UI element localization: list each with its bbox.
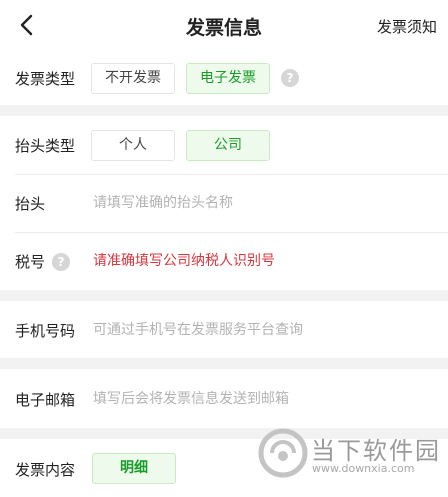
tax-id-label: 税号 xyxy=(15,253,46,271)
watermark-url: www.downxia.com xyxy=(312,462,415,475)
no-invoice-option[interactable]: 不开发票 xyxy=(91,63,175,94)
company-option[interactable]: 公司 xyxy=(186,130,270,161)
top-bar: 发票信息 发票须知 xyxy=(0,0,448,50)
question-icon[interactable]: ? xyxy=(281,69,299,87)
invoice-title-section: 抬头类型 个人 公司 抬头 税号 ? xyxy=(0,116,448,290)
title-type-label: 抬头类型 xyxy=(15,137,76,155)
tax-id-input[interactable] xyxy=(93,250,423,272)
title-type-row: 抬头类型 个人 公司 xyxy=(0,116,448,174)
personal-option[interactable]: 个人 xyxy=(91,130,175,161)
email-input[interactable] xyxy=(93,388,433,410)
invoice-type-label: 发票类型 xyxy=(15,70,76,88)
tax-id-row: 税号 ? xyxy=(0,233,448,290)
title-label: 抬头 xyxy=(15,195,46,213)
watermark-logo-icon xyxy=(258,428,308,478)
invoice-notice-link[interactable]: 发票须知 xyxy=(377,16,437,37)
phone-section: 手机号码 xyxy=(0,301,448,358)
phone-label: 手机号码 xyxy=(15,322,76,340)
invoice-content-label: 发票内容 xyxy=(15,461,76,479)
electronic-invoice-option[interactable]: 电子发票 xyxy=(186,63,270,94)
title-row: 抬头 xyxy=(0,175,448,232)
detail-option[interactable]: 明细 xyxy=(92,453,176,484)
watermark-text: 当下软件园 xyxy=(311,437,441,465)
phone-input[interactable] xyxy=(93,319,433,341)
email-label: 电子邮箱 xyxy=(15,391,76,409)
title-input[interactable] xyxy=(93,192,423,214)
invoice-type-section: 发票类型 不开发票 电子发票 ? xyxy=(0,50,448,105)
email-section: 电子邮箱 xyxy=(0,369,448,428)
question-icon[interactable]: ? xyxy=(52,253,70,271)
